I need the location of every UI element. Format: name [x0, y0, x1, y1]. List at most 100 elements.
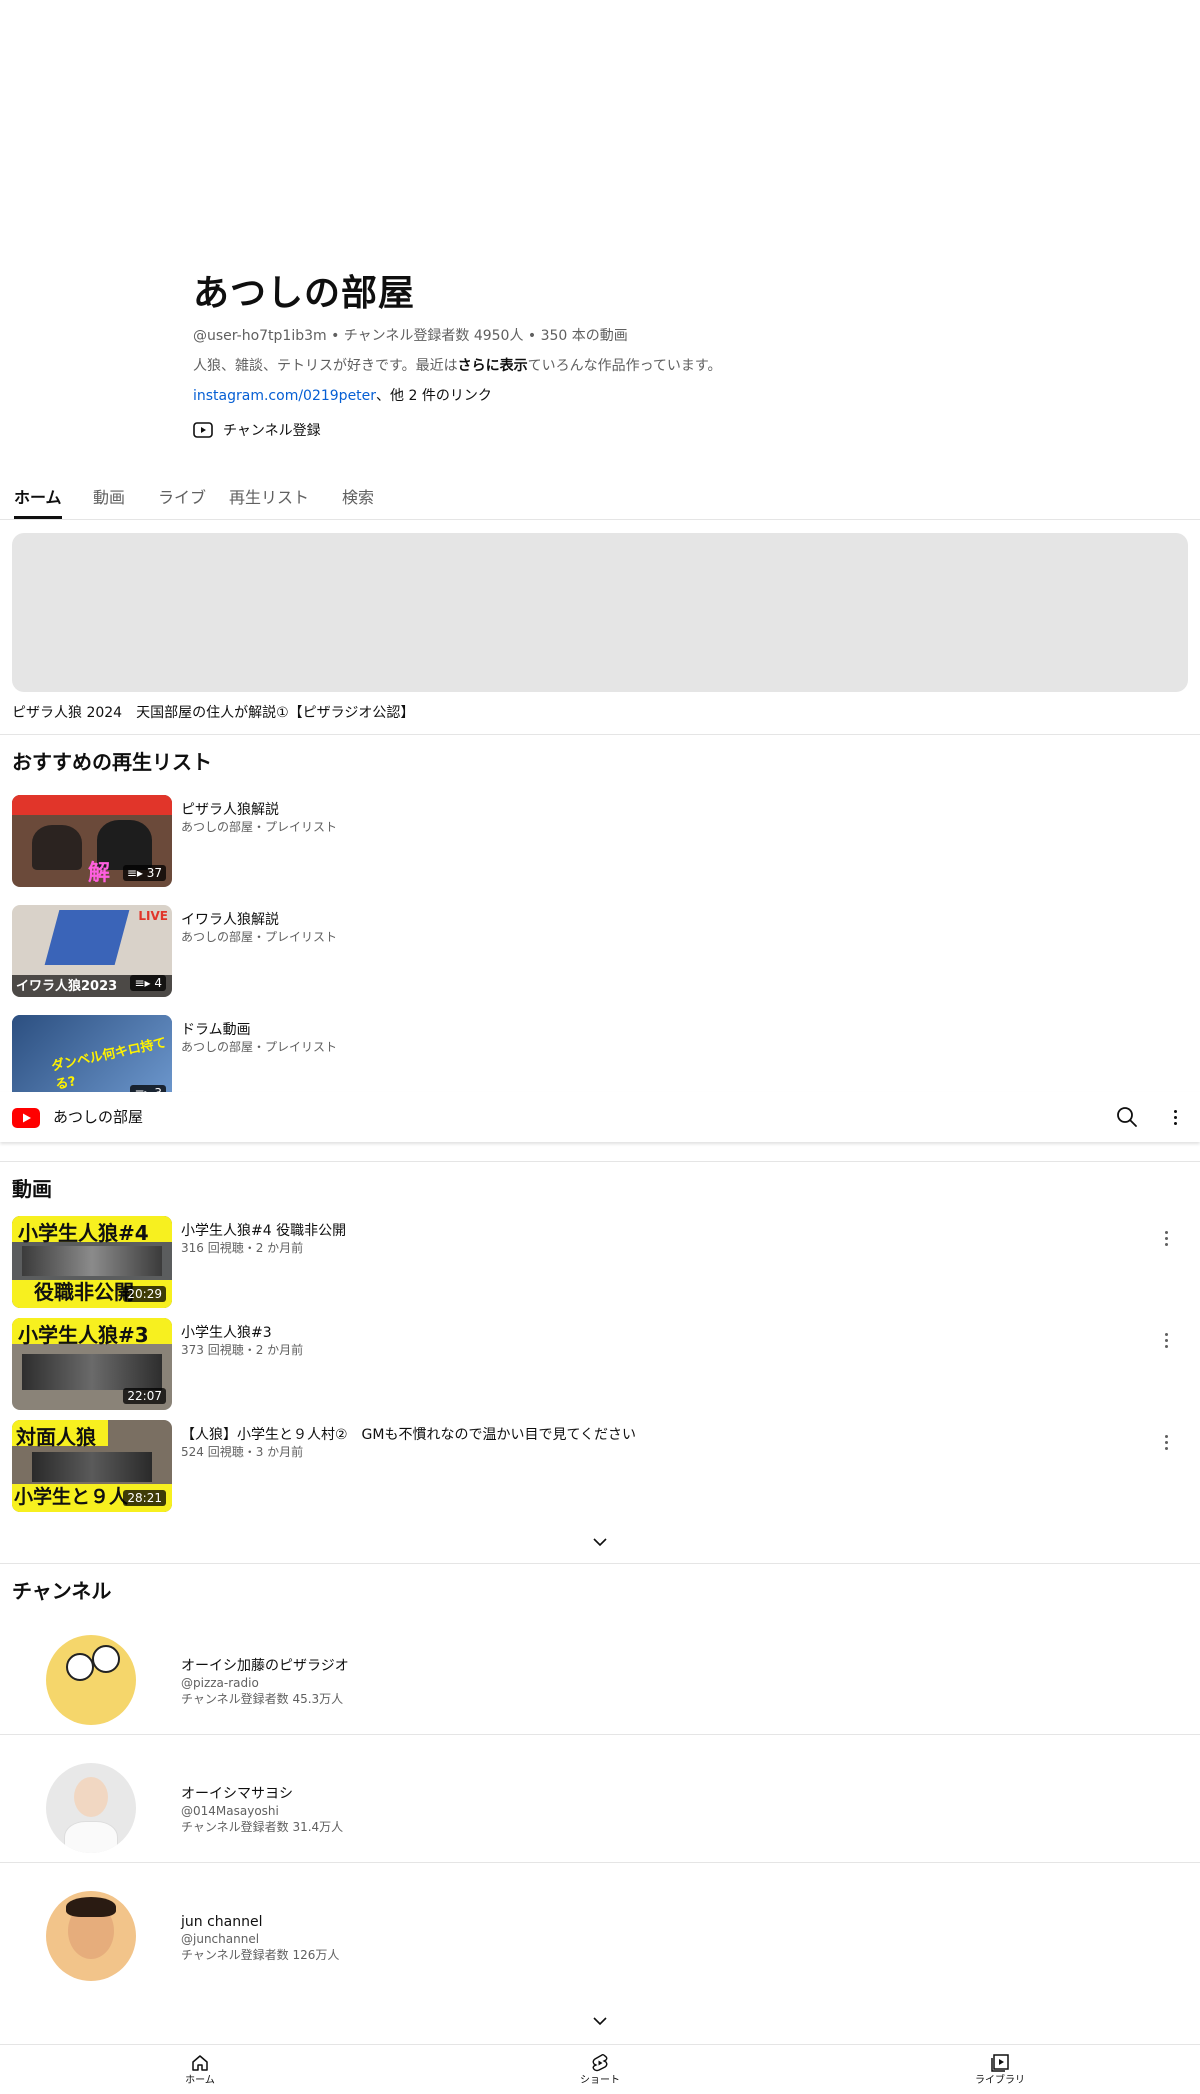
- channel-item-handle: @014Masayoshi: [181, 1804, 279, 1818]
- video-menu-icon[interactable]: [1156, 1228, 1176, 1248]
- tab-videos[interactable]: 動画: [93, 486, 125, 510]
- featured-video-title[interactable]: ピザラ人狼 2024 天国部屋の住人が解説①【ピザラジオ公認】: [12, 702, 414, 724]
- channel-row[interactable]: オーイシ加藤のピザラジオ @pizza-radio チャンネル登録者数 45.3…: [0, 1625, 1200, 1745]
- playlist-title[interactable]: イワラ人狼解説: [181, 911, 279, 929]
- row-divider: [0, 1862, 1200, 1863]
- tab-search[interactable]: 検索: [342, 486, 374, 510]
- thumb-people: [22, 1246, 162, 1276]
- video-menu-icon[interactable]: [1156, 1330, 1176, 1350]
- thumb-caption: 小学生人狼#3: [18, 1323, 149, 1347]
- nav-label: ホーム: [185, 2075, 215, 2086]
- chevron-down-icon[interactable]: [590, 2011, 610, 2031]
- channel-item-name[interactable]: オーイシマサヨシ: [181, 1785, 293, 1803]
- subscribe-button[interactable]: チャンネル登録: [193, 418, 321, 442]
- channel-name: あつしの部屋: [193, 273, 416, 314]
- thumb-logo: [44, 910, 130, 965]
- thumb-caption: 解: [88, 861, 111, 886]
- video-row[interactable]: 小学生人狼#4 役職非公開 20:29 小学生人狼#4 役職非公開 316 回視…: [0, 1216, 1200, 1311]
- search-icon[interactable]: [1115, 1105, 1139, 1129]
- playlist-title[interactable]: ピザラ人狼解説: [181, 801, 279, 819]
- active-tab-indicator: [14, 516, 62, 519]
- nav-home[interactable]: ホーム: [160, 2049, 240, 2093]
- video-row[interactable]: 対面人狼 小学生と９人 28:21 【人狼】小学生と９人村② GMも不慣れなので…: [0, 1420, 1200, 1515]
- duration-badge: 20:29: [123, 1286, 166, 1302]
- thumb-people: [32, 1452, 152, 1482]
- channel-item-name[interactable]: jun channel: [181, 1913, 262, 1931]
- duration-badge: 22:07: [123, 1388, 166, 1404]
- featured-video-player[interactable]: [12, 533, 1188, 692]
- section-divider: [0, 1161, 1200, 1162]
- playlist-thumbnail[interactable]: LIVE イワラ人狼2023 ≡▸ 4: [12, 905, 172, 997]
- playlists-section-title: おすすめの再生リスト: [12, 750, 212, 774]
- top-app-bar: あつしの部屋: [0, 1092, 1200, 1142]
- playlist-row[interactable]: LIVE イワラ人狼2023 ≡▸ 4 イワラ人狼解説 あつしの部屋・プレイリス…: [0, 905, 1200, 1000]
- avatar[interactable]: [46, 1763, 136, 1853]
- more-links[interactable]: 、他 2 件のリンク: [376, 388, 492, 404]
- playlist-title[interactable]: ドラム動画: [181, 1021, 251, 1039]
- video-stats: 316 回視聴・2 か月前: [181, 1241, 304, 1255]
- channel-item-handle: @pizza-radio: [181, 1676, 259, 1690]
- playlist-row[interactable]: ダンベル何キロ持てる? ≡▸ 3 ドラム動画 あつしの部屋・プレイリスト: [0, 1015, 1200, 1092]
- home-icon: [192, 2055, 208, 2071]
- videos-section-title: 動画: [12, 1177, 52, 1201]
- video-thumbnail[interactable]: 小学生人狼#3 22:07: [12, 1318, 172, 1410]
- video-thumbnail[interactable]: 対面人狼 小学生と９人 28:21: [12, 1420, 172, 1512]
- video-thumbnail[interactable]: 小学生人狼#4 役職非公開 20:29: [12, 1216, 172, 1308]
- video-row[interactable]: 小学生人狼#3 22:07 小学生人狼#3 373 回視聴・2 か月前: [0, 1318, 1200, 1413]
- row-divider: [0, 1734, 1200, 1735]
- instagram-link[interactable]: instagram.com/0219peter: [193, 388, 376, 404]
- playlist-subtitle: あつしの部屋・プレイリスト: [181, 820, 338, 834]
- playlist-thumbnail[interactable]: ダンベル何キロ持てる? ≡▸ 3: [12, 1015, 172, 1092]
- bottom-navigation: ホーム ショート ライブラリ: [0, 2044, 1200, 2094]
- avatar[interactable]: [46, 1635, 136, 1725]
- thumb-caption: 対面人狼: [16, 1425, 96, 1449]
- avatar-hair: [66, 1897, 116, 1917]
- channel-row[interactable]: オーイシマサヨシ @014Masayoshi チャンネル登録者数 31.4万人: [0, 1753, 1200, 1873]
- playlist-count-badge: ≡▸ 37: [122, 865, 166, 881]
- video-menu-icon[interactable]: [1156, 1432, 1176, 1452]
- playlist-thumbnail[interactable]: 解 ≡▸ 37: [12, 795, 172, 887]
- channel-item-name[interactable]: オーイシ加藤のピザラジオ: [181, 1657, 349, 1675]
- video-stats: 373 回視聴・2 か月前: [181, 1343, 304, 1357]
- library-icon: [991, 2054, 1009, 2072]
- channel-description[interactable]: 人狼、雑談、テトリスが好きです。最近はさらに表示ていろんな作品作っています。: [193, 356, 1093, 376]
- video-title[interactable]: 【人狼】小学生と９人村② GMも不慣れなので温かい目で見てください: [181, 1426, 636, 1444]
- tab-live[interactable]: ライブ: [158, 486, 206, 510]
- chevron-down-icon[interactable]: [590, 1532, 610, 1552]
- playlist-subtitle: あつしの部屋・プレイリスト: [181, 930, 338, 944]
- nav-label: ライブラリ: [975, 2075, 1025, 2086]
- avatar[interactable]: [46, 1891, 136, 1981]
- tab-home[interactable]: ホーム: [14, 486, 62, 510]
- live-badge: LIVE: [138, 909, 168, 923]
- channels-section-title: チャンネル: [12, 1579, 112, 1603]
- nav-shorts[interactable]: ショート: [560, 2049, 640, 2093]
- playlist-subtitle: あつしの部屋・プレイリスト: [181, 1040, 338, 1054]
- thumb-caption: 小学生と９人: [14, 1486, 129, 1508]
- video-title[interactable]: 小学生人狼#3: [181, 1324, 272, 1342]
- channel-meta: @user-ho7tp1ib3m • チャンネル登録者数 4950人 • 350…: [193, 328, 628, 344]
- thumb-caption: イワラ人狼2023: [16, 979, 118, 994]
- more-options-icon[interactable]: [1165, 1106, 1185, 1128]
- playlist-count-badge: ≡▸ 4: [130, 975, 166, 991]
- thumb-people: [22, 1354, 162, 1390]
- thumb-caption: 役職非公開: [34, 1280, 134, 1304]
- channel-header: あつしの部屋 @user-ho7tp1ib3m • チャンネル登録者数 4950…: [193, 270, 1093, 406]
- show-more-link[interactable]: さらに表示: [458, 358, 528, 374]
- youtube-logo-icon[interactable]: [12, 1108, 40, 1128]
- playlist-count-badge: ≡▸ 3: [130, 1085, 166, 1092]
- video-stats: 524 回視聴・3 か月前: [181, 1445, 304, 1459]
- nav-library[interactable]: ライブラリ: [960, 2049, 1040, 2093]
- section-divider: [0, 1563, 1200, 1564]
- subscribe-label: チャンネル登録: [223, 423, 321, 439]
- channel-item-handle: @junchannel: [181, 1932, 260, 1946]
- tab-playlists[interactable]: 再生リスト: [229, 486, 309, 510]
- channel-row[interactable]: jun channel @junchannel チャンネル登録者数 126万人: [0, 1881, 1200, 2001]
- shorts-icon: [592, 2053, 608, 2072]
- description-text: 人狼、雑談、テトリスが好きです。最近は: [193, 358, 458, 374]
- avatar-body: [64, 1821, 118, 1853]
- channel-item-subscribers: チャンネル登録者数 45.3万人: [181, 1692, 344, 1706]
- playlist-row[interactable]: 解 ≡▸ 37 ピザラ人狼解説 あつしの部屋・プレイリスト: [0, 795, 1200, 890]
- channel-item-subscribers: チャンネル登録者数 31.4万人: [181, 1820, 344, 1834]
- video-title[interactable]: 小学生人狼#4 役職非公開: [181, 1222, 346, 1240]
- youtube-outline-icon: [193, 422, 213, 438]
